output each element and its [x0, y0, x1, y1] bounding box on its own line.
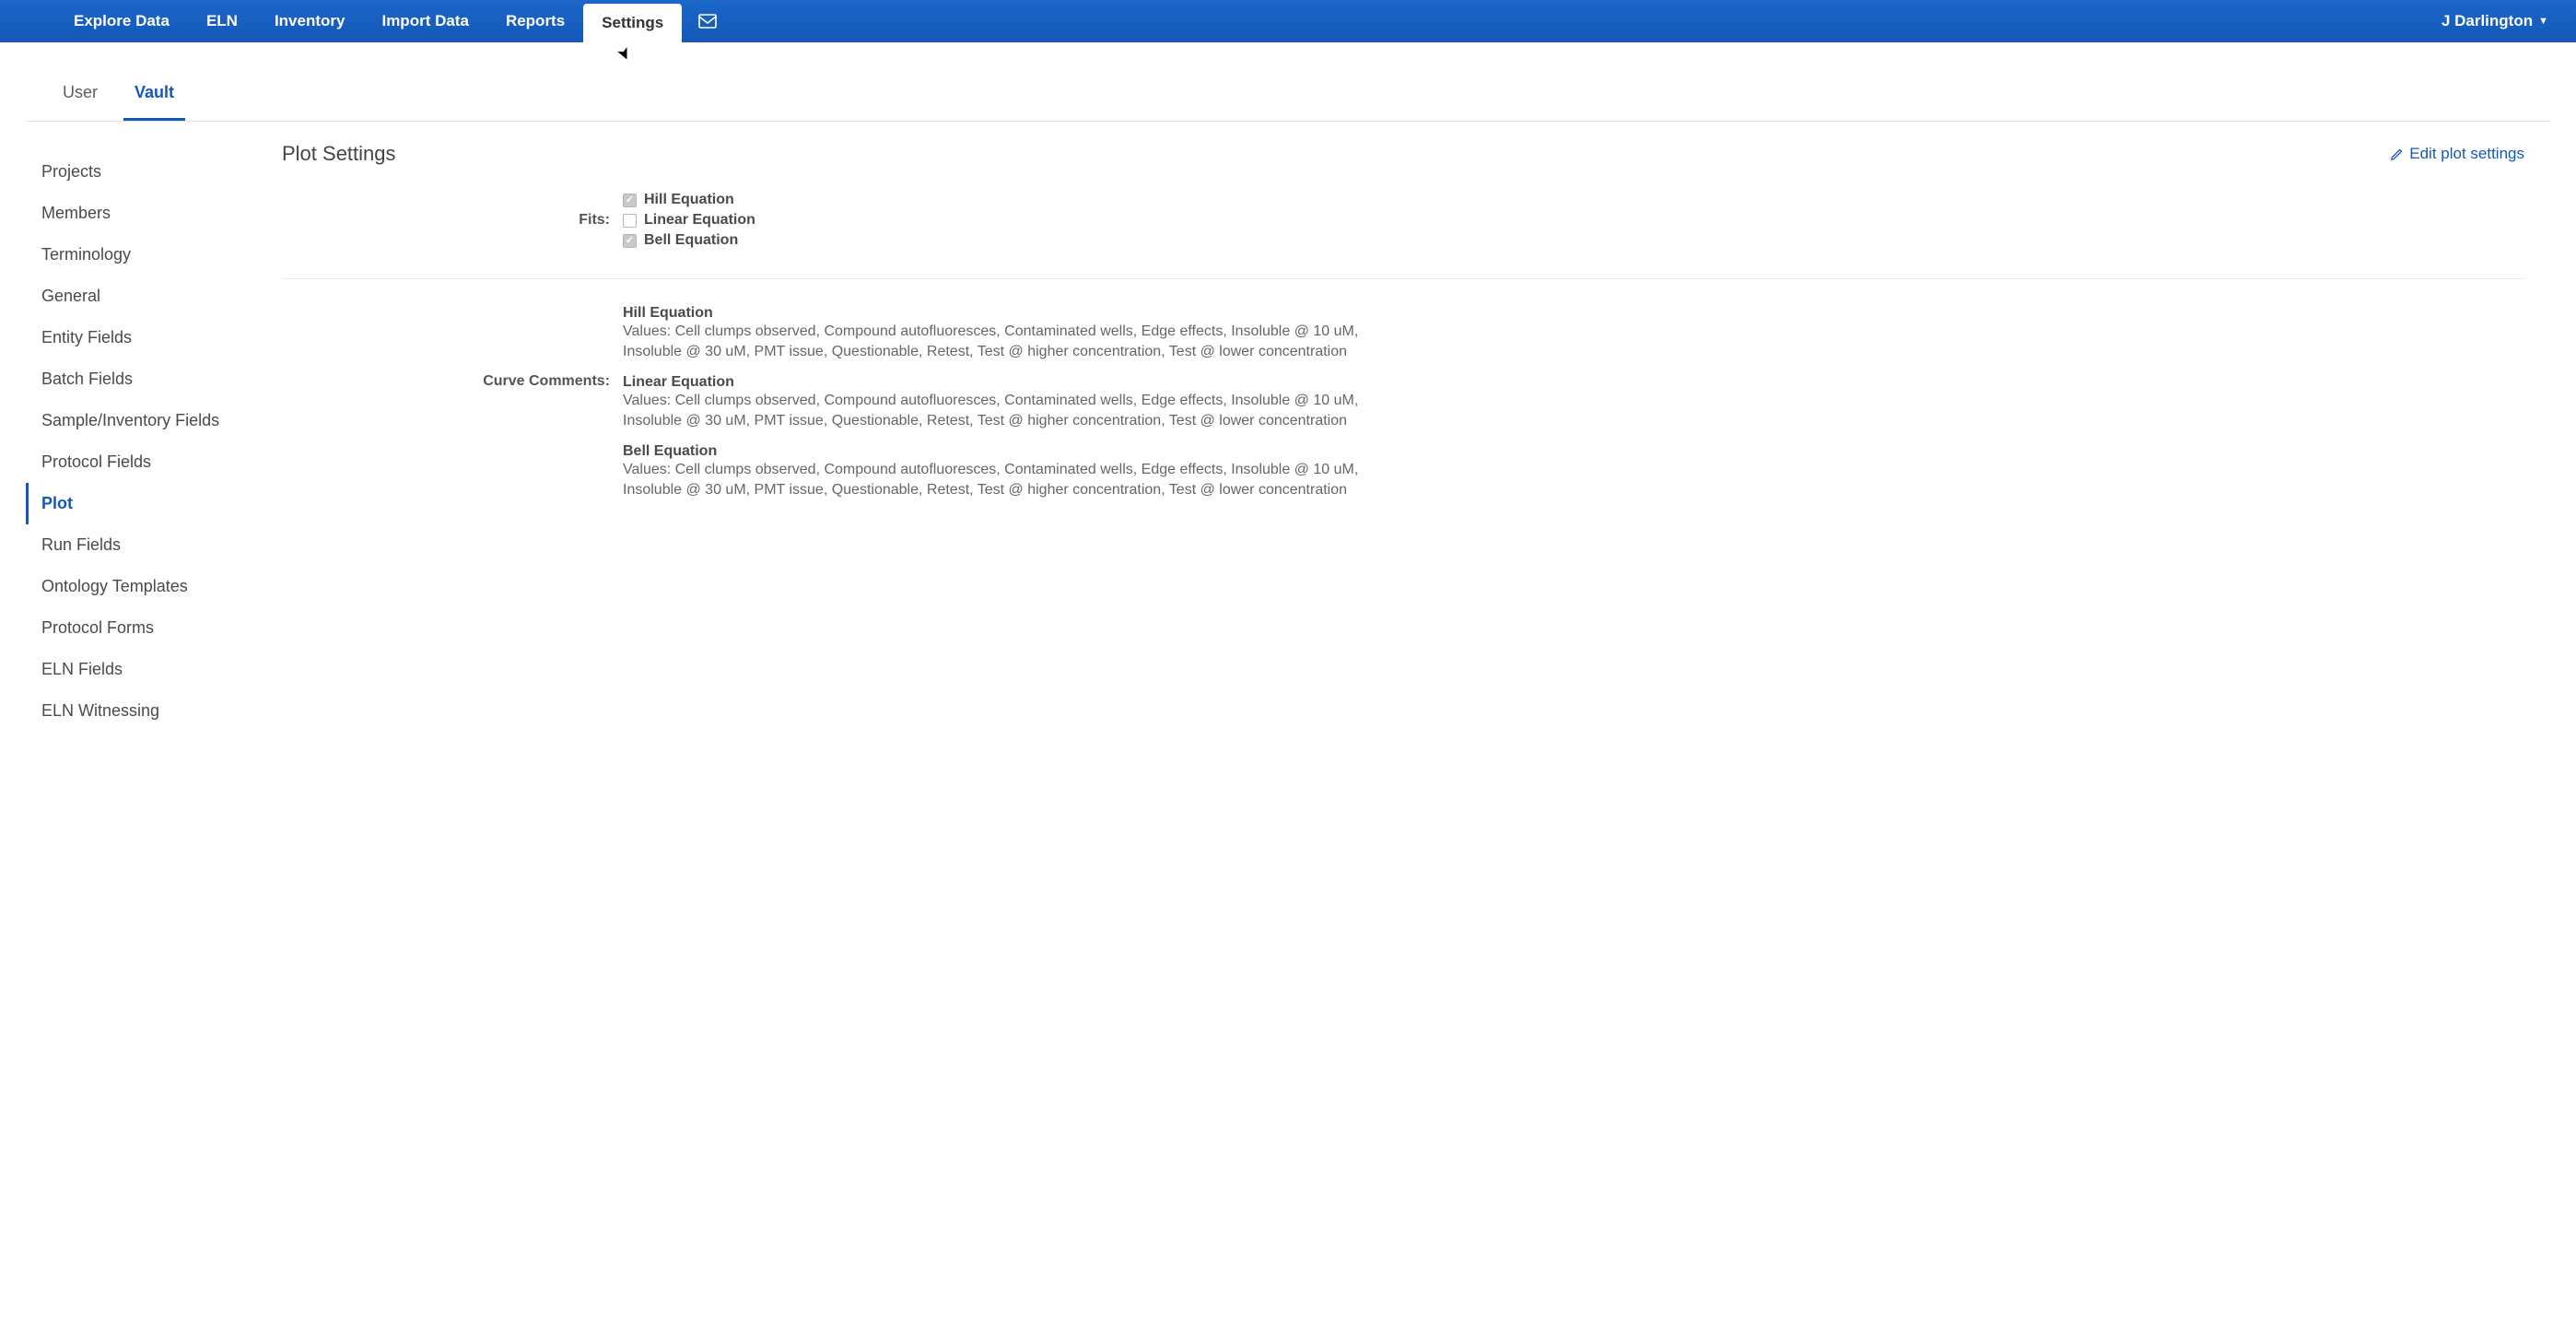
- page-title: Plot Settings: [282, 142, 396, 166]
- sidebar-item-ontology-templates[interactable]: Ontology Templates: [26, 566, 256, 607]
- fit-hill-label: Hill Equation: [644, 192, 734, 208]
- sidebar-item-general[interactable]: General: [26, 276, 256, 317]
- sidebar-item-batch-fields[interactable]: Batch Fields: [26, 358, 256, 400]
- fit-hill-row: Hill Equation: [623, 192, 1378, 208]
- fits-label: Fits:: [282, 192, 623, 252]
- user-menu[interactable]: J Darlington ▼: [2441, 0, 2548, 42]
- curve-comment-linear: Linear Equation Values: Cell clumps obse…: [623, 374, 1378, 430]
- mail-icon[interactable]: [682, 0, 733, 42]
- curve-comment-linear-values: Values: Cell clumps observed, Compound a…: [623, 391, 1378, 430]
- sidebar-item-protocol-fields[interactable]: Protocol Fields: [26, 441, 256, 483]
- sidebar-item-protocol-forms[interactable]: Protocol Forms: [26, 607, 256, 649]
- sidebar-item-eln-witnessing[interactable]: ELN Witnessing: [26, 690, 256, 732]
- edit-plot-settings-link[interactable]: Edit plot settings: [2390, 145, 2524, 163]
- fits-section: Fits: Hill Equation Linear Equation Bell…: [282, 166, 2524, 279]
- curve-comment-bell: Bell Equation Values: Cell clumps observ…: [623, 443, 1378, 499]
- settings-sidebar: Projects Members Terminology General Ent…: [26, 122, 256, 1327]
- curve-comments-values: Hill Equation Values: Cell clumps observ…: [623, 305, 1378, 513]
- sidebar-item-sample-inventory-fields[interactable]: Sample/Inventory Fields: [26, 400, 256, 441]
- nav-eln[interactable]: ELN: [188, 0, 256, 42]
- sidebar-item-eln-fields[interactable]: ELN Fields: [26, 649, 256, 690]
- sidebar-item-plot[interactable]: Plot: [26, 483, 256, 524]
- content-header: Plot Settings Edit plot settings: [282, 142, 2524, 166]
- nav-settings[interactable]: Settings: [583, 4, 682, 42]
- sidebar-item-terminology[interactable]: Terminology: [26, 234, 256, 276]
- sidebar-item-entity-fields[interactable]: Entity Fields: [26, 317, 256, 358]
- fits-values: Hill Equation Linear Equation Bell Equat…: [623, 192, 1378, 252]
- curve-comments-section: Curve Comments: Hill Equation Values: Ce…: [282, 279, 2524, 539]
- sidebar-item-run-fields[interactable]: Run Fields: [26, 524, 256, 566]
- curve-comment-bell-values: Values: Cell clumps observed, Compound a…: [623, 460, 1378, 499]
- curve-comment-bell-title: Bell Equation: [623, 443, 1378, 460]
- user-name: J Darlington: [2441, 12, 2533, 30]
- nav-reports[interactable]: Reports: [487, 0, 583, 42]
- subtabs-container: User Vault: [26, 42, 2550, 122]
- nav-import-data[interactable]: Import Data: [363, 0, 486, 42]
- fit-bell-row: Bell Equation: [623, 232, 1378, 249]
- checkbox-bell[interactable]: [623, 234, 637, 248]
- curve-comments-label: Curve Comments:: [282, 305, 623, 513]
- main-layout: Projects Members Terminology General Ent…: [0, 122, 2576, 1327]
- curve-comment-linear-title: Linear Equation: [623, 374, 1378, 391]
- checkbox-linear[interactable]: [623, 214, 637, 228]
- sidebar-item-projects[interactable]: Projects: [26, 151, 256, 193]
- nav-inventory[interactable]: Inventory: [256, 0, 364, 42]
- pencil-icon: [2390, 147, 2404, 161]
- nav-spacer: [733, 0, 2441, 42]
- settings-content: Plot Settings Edit plot settings Fits: H…: [256, 122, 2550, 1327]
- top-navigation: Explore Data ELN Inventory Import Data R…: [0, 0, 2576, 42]
- curve-comment-hill-title: Hill Equation: [623, 305, 1378, 322]
- tab-user[interactable]: User: [44, 74, 116, 121]
- nav-explore-data[interactable]: Explore Data: [55, 0, 188, 42]
- chevron-down-icon: ▼: [2538, 16, 2548, 27]
- fit-linear-row: Linear Equation: [623, 212, 1378, 229]
- subtabs: User Vault: [26, 74, 2550, 121]
- edit-plot-settings-label: Edit plot settings: [2409, 145, 2524, 163]
- curve-comment-hill: Hill Equation Values: Cell clumps observ…: [623, 305, 1378, 361]
- tab-vault[interactable]: Vault: [116, 74, 193, 121]
- checkbox-hill[interactable]: [623, 194, 637, 207]
- sidebar-item-members[interactable]: Members: [26, 193, 256, 234]
- fit-bell-label: Bell Equation: [644, 232, 738, 249]
- curve-comment-hill-values: Values: Cell clumps observed, Compound a…: [623, 322, 1378, 361]
- fit-linear-label: Linear Equation: [644, 212, 755, 229]
